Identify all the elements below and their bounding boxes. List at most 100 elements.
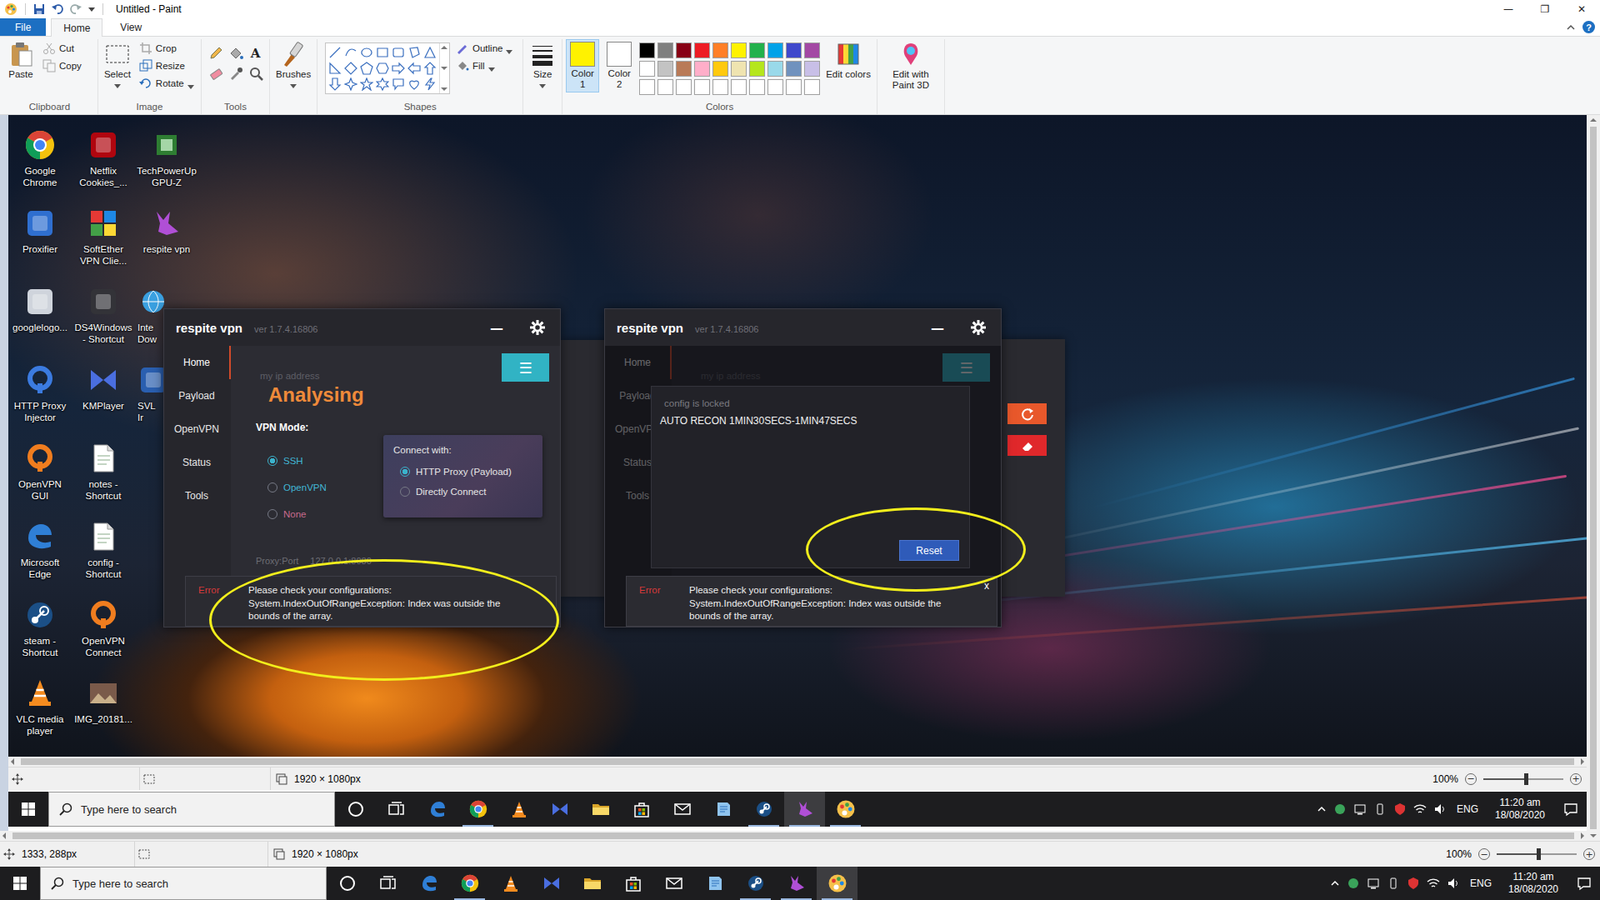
settings-button[interactable]	[969, 318, 988, 337]
desktop-icon[interactable]: KMPlayer	[71, 363, 135, 442]
palette-swatch[interactable]	[675, 60, 692, 77]
zoom-out-button[interactable]: −	[1465, 773, 1477, 785]
shape-button[interactable]	[375, 45, 390, 60]
shape-button[interactable]	[343, 45, 359, 60]
desktop-icon[interactable]: config - Shortcut	[71, 520, 135, 599]
palette-swatch[interactable]	[639, 79, 655, 95]
desktop-icon[interactable]: Google Chrome	[8, 128, 72, 207]
minimize-button[interactable]: —	[490, 320, 504, 336]
sidebar-item[interactable]: Payload	[164, 379, 231, 413]
palette-swatch[interactable]	[712, 60, 729, 77]
palette-swatch[interactable]	[767, 79, 784, 95]
language-indicator[interactable]: ENG	[1456, 803, 1479, 815]
taskbar-app[interactable]	[653, 866, 695, 900]
search-box[interactable]: Type here to search	[48, 791, 335, 827]
shape-button[interactable]	[375, 60, 390, 76]
vertical-scrollbar[interactable]	[1586, 115, 1600, 841]
close-button[interactable]: ✕	[1563, 0, 1600, 19]
taskbar-app[interactable]	[743, 791, 785, 827]
ribbon-button[interactable]: Edit with Paint 3D	[880, 39, 941, 99]
taskbar-app[interactable]	[449, 866, 490, 900]
ribbon-button[interactable]: Size	[526, 39, 559, 88]
reset-button[interactable]: Reset	[899, 540, 960, 561]
minimize-button[interactable]: —	[1490, 0, 1527, 19]
desktop-icon[interactable]: googlelogo...	[8, 285, 72, 364]
taskbar-app[interactable]	[335, 791, 376, 827]
palette-swatch[interactable]	[767, 42, 784, 59]
palette-swatch[interactable]	[657, 60, 674, 77]
ribbon-tab[interactable]: File	[0, 18, 46, 36]
shape-button[interactable]	[390, 45, 406, 60]
shape-button[interactable]	[406, 76, 422, 92]
palette-swatch[interactable]	[730, 79, 747, 95]
ribbon-tab[interactable]: View	[107, 18, 155, 36]
taskbar-app[interactable]	[416, 791, 458, 827]
shape-button[interactable]	[406, 60, 422, 76]
taskbar-app[interactable]	[775, 866, 817, 900]
desktop-icon[interactable]: OpenVPN Connect	[71, 598, 135, 677]
taskbar-app[interactable]	[539, 791, 580, 827]
desktop-icon[interactable]: OpenVPN GUI	[8, 441, 72, 520]
tool-button[interactable]	[206, 44, 225, 63]
desktop-icon[interactable]: respite vpn	[135, 206, 199, 285]
start-button[interactable]	[8, 791, 49, 827]
zoom-slider[interactable]	[1496, 853, 1577, 855]
start-button[interactable]	[0, 866, 40, 900]
shape-button[interactable]	[343, 60, 359, 76]
zoom-slider[interactable]	[1483, 778, 1564, 780]
color-selector[interactable]: Color 1	[565, 39, 600, 93]
sidebar-item[interactable]: Home	[164, 345, 231, 380]
horizontal-scrollbar[interactable]	[0, 830, 1587, 841]
palette-swatch[interactable]	[712, 42, 729, 59]
refresh-button[interactable]	[1007, 403, 1047, 425]
scroll-thumb[interactable]	[20, 758, 1575, 765]
language-indicator[interactable]: ENG	[1470, 877, 1492, 890]
tool-button[interactable]	[226, 64, 245, 83]
ribbon-small-button[interactable]: Crop	[136, 40, 198, 57]
radio-option[interactable]: Directly Connect	[393, 481, 533, 502]
tool-button[interactable]	[226, 44, 245, 63]
palette-swatch[interactable]	[639, 42, 655, 59]
shape-button[interactable]	[359, 60, 375, 76]
palette-swatch[interactable]	[785, 79, 802, 95]
minimize-button[interactable]: —	[930, 320, 945, 336]
ribbon-button[interactable]: Edit colors	[823, 39, 874, 88]
shape-button[interactable]	[422, 76, 438, 92]
shape-button[interactable]	[327, 76, 343, 92]
radio-button[interactable]	[267, 455, 278, 466]
taskbar-app[interactable]	[326, 866, 368, 900]
ribbon-button[interactable]: Select	[101, 39, 134, 88]
taskbar-app[interactable]	[498, 791, 540, 827]
clock[interactable]: 11:20 am18/08/2020	[1501, 870, 1565, 896]
palette-swatch[interactable]	[694, 60, 710, 77]
zoom-in-button[interactable]: +	[1570, 773, 1582, 785]
clock[interactable]: 11:20 am18/08/2020	[1488, 796, 1552, 822]
zoom-thumb[interactable]	[1536, 848, 1541, 860]
horizontal-scrollbar[interactable]	[8, 756, 1587, 767]
radio-button[interactable]	[267, 482, 278, 493]
taskbar-app[interactable]	[490, 866, 531, 900]
shape-button[interactable]	[422, 60, 438, 76]
palette-swatch[interactable]	[694, 79, 710, 95]
palette-swatch[interactable]	[749, 60, 765, 77]
palette-swatch[interactable]	[675, 42, 692, 59]
sidebar-item[interactable]: Tools	[164, 479, 231, 513]
taskbar-app[interactable]	[580, 791, 621, 827]
palette-swatch[interactable]	[730, 60, 747, 77]
taskbar-app[interactable]	[784, 791, 825, 827]
palette-swatch[interactable]	[657, 42, 674, 59]
palette-swatch[interactable]	[749, 79, 765, 95]
color-selector[interactable]: Color 2	[602, 39, 636, 93]
radio-button[interactable]	[267, 509, 278, 520]
taskbar-app[interactable]	[612, 866, 654, 900]
settings-button[interactable]	[528, 318, 547, 337]
palette-swatch[interactable]	[694, 42, 710, 59]
taskbar-app[interactable]	[694, 866, 735, 900]
clear-button[interactable]	[1007, 435, 1047, 456]
desktop-icon[interactable]: DS4Windows - Shortcut	[71, 285, 135, 364]
taskbar-app[interactable]	[816, 866, 858, 900]
radio-button[interactable]	[400, 486, 410, 497]
palette-swatch[interactable]	[785, 60, 802, 77]
desktop-icon[interactable]: IMG_20181...	[71, 676, 135, 755]
ribbon-small-button[interactable]: Cut	[40, 40, 95, 57]
